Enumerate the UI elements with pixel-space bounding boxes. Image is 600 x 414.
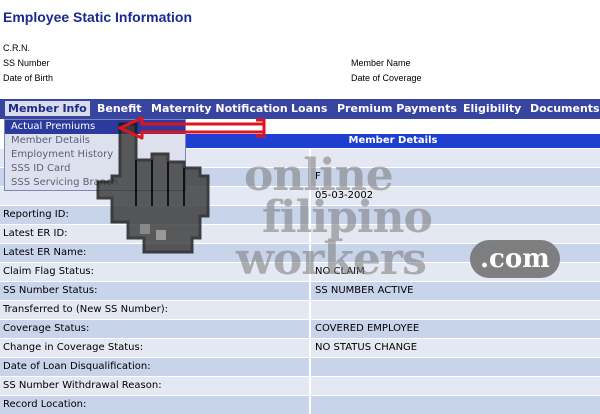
crn-label: C.R.N.	[3, 43, 30, 53]
row-divider	[309, 396, 311, 414]
nav-maternity-notification[interactable]: Maternity Notification	[151, 102, 288, 115]
row-label: Date of Loan Disqualification:	[3, 361, 151, 372]
member-name-label: Member Name	[351, 58, 411, 68]
table-row: Change in Coverage Status: NO STATUS CHAN…	[0, 339, 600, 357]
row-divider	[309, 358, 311, 376]
watermark-suffix: .com	[470, 240, 560, 278]
nav-eligibility[interactable]: Eligibility	[463, 102, 521, 115]
row-label: Record Location:	[3, 399, 87, 410]
row-divider	[309, 339, 311, 357]
nav-member-info[interactable]: Member Info	[5, 101, 90, 116]
main-nav: Member Info Benefit Maternity Notificati…	[0, 99, 600, 119]
row-label: Coverage Status:	[3, 323, 90, 334]
row-label: Change in Coverage Status:	[3, 342, 144, 353]
nav-loans[interactable]: Loans	[291, 102, 327, 115]
row-label: Claim Flag Status:	[3, 266, 95, 277]
date-of-coverage-label: Date of Coverage	[351, 73, 422, 83]
table-row: Transferred to (New SS Number):	[0, 301, 600, 319]
row-divider	[309, 377, 311, 395]
nav-premium-payments[interactable]: Premium Payments	[337, 102, 457, 115]
row-value: NO STATUS CHANGE	[315, 342, 418, 353]
row-value: COVERED EMPLOYEE	[315, 323, 420, 334]
table-row: Date of Loan Disqualification:	[0, 358, 600, 376]
row-divider	[309, 301, 311, 319]
page-title: Employee Static Information	[3, 9, 193, 25]
table-row: SS Number Withdrawal Reason:	[0, 377, 600, 395]
table-row: Coverage Status: COVERED EMPLOYEE	[0, 320, 600, 338]
ss-number-label: SS Number	[3, 58, 50, 68]
hand-cursor-icon	[96, 122, 210, 254]
row-label: Latest ER Name:	[3, 247, 87, 258]
table-row: Record Location:	[0, 396, 600, 414]
row-label: SS Number Status:	[3, 285, 98, 296]
row-value: SS NUMBER ACTIVE	[315, 285, 414, 296]
row-divider	[309, 320, 311, 338]
nav-documents[interactable]: Documents	[530, 102, 600, 115]
nav-benefit[interactable]: Benefit	[97, 102, 142, 115]
watermark-line-3: workers	[236, 234, 427, 285]
row-label: Reporting ID:	[3, 209, 69, 220]
row-label: Transferred to (New SS Number):	[3, 304, 169, 315]
red-arrow-icon	[118, 116, 266, 140]
row-label: SS Number Withdrawal Reason:	[3, 380, 162, 391]
row-label: Latest ER ID:	[3, 228, 68, 239]
date-of-birth-label: Date of Birth	[3, 73, 54, 83]
